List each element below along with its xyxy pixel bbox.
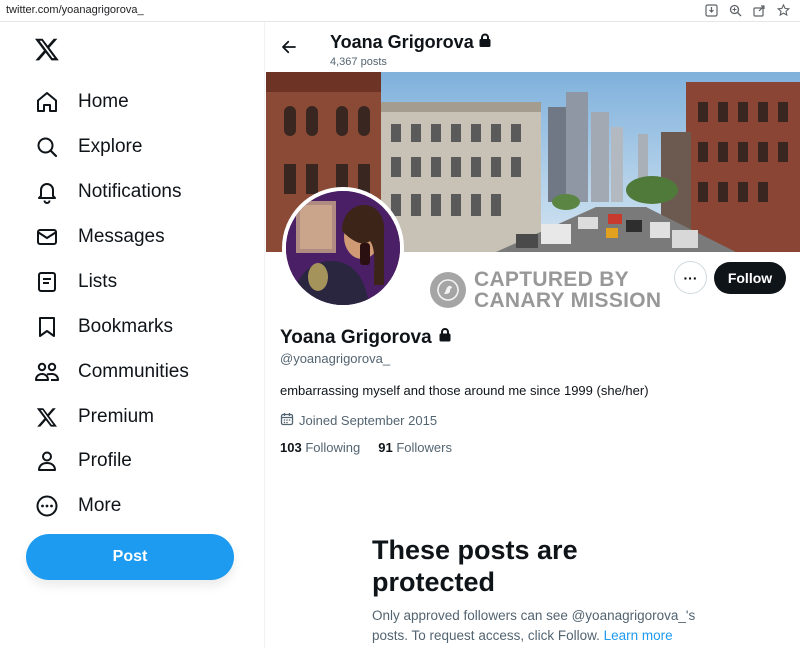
install-app-icon[interactable] — [704, 3, 718, 17]
nav-item-notifications[interactable]: Notifications — [34, 174, 182, 210]
bookmark-icon — [34, 314, 60, 340]
profile-name: Yoana Grigorova — [280, 327, 432, 348]
nav-label-messages: Messages — [78, 226, 165, 247]
more-circle-icon — [34, 493, 60, 519]
watermark-line-2: CANARY MISSION — [474, 289, 662, 312]
bookmark-star-icon[interactable] — [776, 3, 790, 17]
watermark: CAPTURED BY CANARY MISSION — [430, 269, 661, 311]
nav-item-premium[interactable]: Premium — [34, 399, 154, 435]
nav-item-communities[interactable]: Communities — [34, 354, 189, 390]
canary-mission-logo-icon — [430, 272, 466, 308]
follow-button[interactable]: Follow — [714, 262, 786, 294]
nav-item-home[interactable]: Home — [34, 84, 129, 120]
nav-label-explore: Explore — [78, 136, 143, 157]
watermark-text: CAPTURED BY CANARY MISSION — [474, 269, 661, 311]
followers-link[interactable]: 91 Followers — [378, 440, 452, 455]
protected-posts-description: Only approved followers can see @yoanagr… — [372, 606, 702, 646]
nav-item-messages[interactable]: Messages — [34, 219, 165, 255]
profile-stats: 103 Following 91 Followers — [280, 440, 452, 455]
calendar-icon — [280, 412, 294, 429]
joined-date: Joined September 2015 — [299, 413, 438, 428]
nav-label-home: Home — [78, 91, 129, 112]
nav-label-premium: Premium — [78, 406, 155, 427]
search-icon — [34, 134, 60, 160]
more-options-button[interactable]: ··· — [674, 261, 707, 294]
following-label: Following — [305, 440, 361, 455]
list-icon — [34, 269, 60, 295]
browser-url-bar: twitter.com/yoanagrigorova_ — [0, 0, 800, 22]
back-arrow-icon[interactable] — [276, 34, 302, 60]
profile-avatar[interactable] — [282, 187, 404, 309]
nav-item-lists[interactable]: Lists — [34, 264, 117, 300]
header-name: Yoana Grigorova — [330, 32, 474, 52]
mail-icon — [34, 224, 60, 250]
nav-item-explore[interactable]: Explore — [34, 129, 142, 165]
nav-label-profile: Profile — [78, 450, 132, 471]
protected-posts-title: These posts are protected — [372, 535, 578, 597]
person-icon — [34, 448, 60, 474]
followers-count: 91 — [378, 440, 393, 455]
home-icon — [34, 89, 60, 115]
nav-label-more: More — [78, 495, 122, 516]
nav-item-bookmarks[interactable]: Bookmarks — [34, 309, 173, 345]
avatar-photo — [286, 191, 400, 305]
x-logo-icon[interactable] — [34, 36, 64, 66]
nav-item-profile[interactable]: Profile — [34, 443, 132, 479]
lock-icon — [438, 327, 452, 349]
profile-handle: @yoanagrigorova_ — [280, 351, 391, 366]
watermark-line-1: CAPTURED BY — [474, 268, 629, 291]
profile-header: Yoana Grigorova 4,367 posts — [266, 22, 800, 72]
nav-item-more[interactable]: More — [34, 488, 121, 524]
people-icon — [34, 359, 60, 385]
profile-main-column: Yoana Grigorova 4,367 posts CAPTURED BY … — [266, 22, 800, 648]
profile-bio: embarrassing myself and those around me … — [280, 383, 649, 398]
browser-toolbar-icons — [704, 3, 790, 17]
following-link[interactable]: 103 Following — [280, 440, 360, 455]
learn-more-link[interactable]: Learn more — [604, 628, 673, 643]
header-name-row: Yoana Grigorova — [330, 32, 492, 53]
post-button[interactable]: Post — [26, 534, 234, 580]
zoom-icon[interactable] — [728, 3, 742, 17]
profile-joined-row: Joined September 2015 — [280, 412, 437, 429]
x-logo-icon — [34, 404, 60, 430]
following-count: 103 — [280, 440, 302, 455]
bell-icon — [34, 179, 60, 205]
nav-label-notifications: Notifications — [78, 181, 182, 202]
nav-label-communities: Communities — [78, 361, 189, 382]
profile-name-row: Yoana Grigorova — [280, 327, 452, 349]
nav-label-bookmarks: Bookmarks — [78, 316, 174, 337]
lock-icon — [478, 32, 492, 53]
followers-label: Followers — [396, 440, 452, 455]
header-post-count: 4,367 posts — [330, 56, 387, 68]
nav-label-lists: Lists — [78, 271, 118, 292]
share-icon[interactable] — [752, 3, 766, 17]
url-text[interactable]: twitter.com/yoanagrigorova_ — [6, 4, 144, 16]
left-navigation: Home Explore Notifications Messages List… — [0, 22, 265, 648]
